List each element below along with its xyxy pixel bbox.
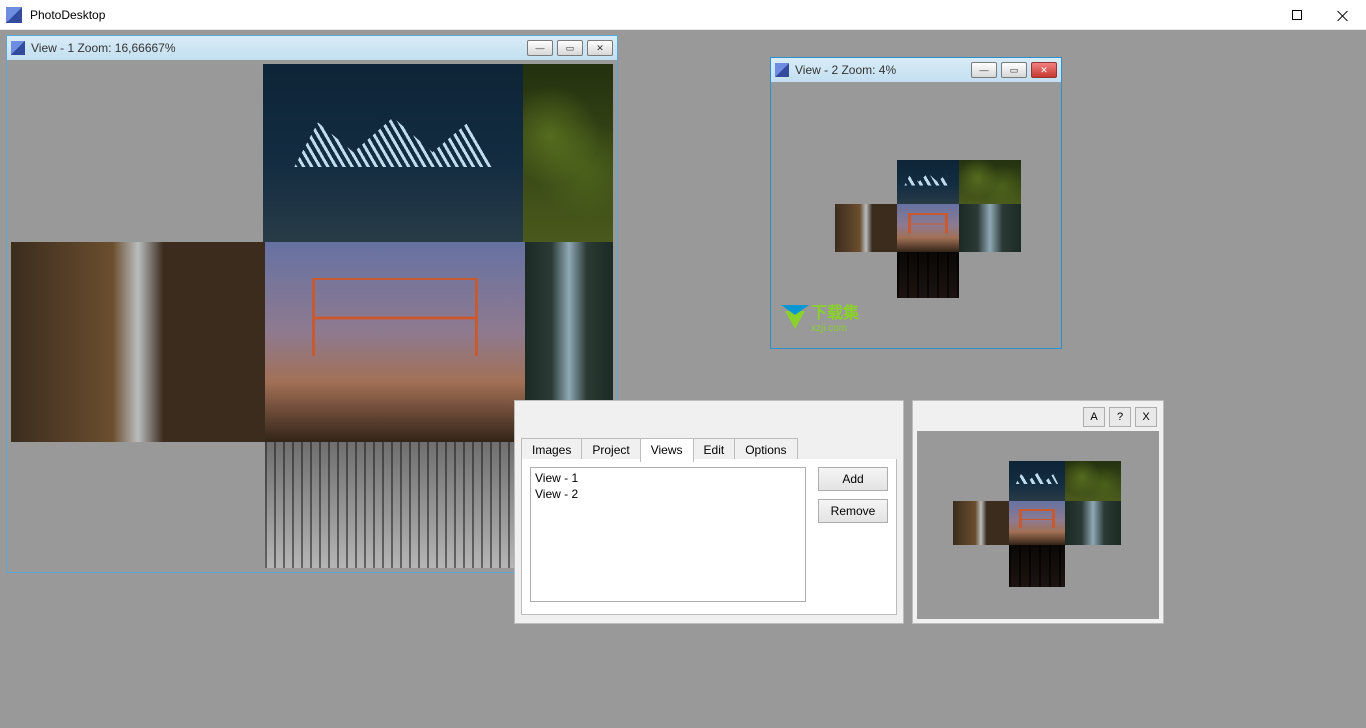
image-tile[interactable] — [897, 204, 959, 252]
image-tile[interactable] — [835, 204, 897, 252]
workspace: View - 1 Zoom: 16,66667% — ▭ ✕ View - 2 … — [0, 30, 1366, 728]
mdi-maximize-button[interactable]: ▭ — [557, 40, 583, 56]
control-panel: Images Project Views Edit Options View -… — [514, 400, 904, 624]
window-icon — [11, 41, 25, 55]
list-item[interactable]: View - 1 — [533, 470, 803, 486]
window-title: View - 2 Zoom: 4% — [795, 63, 896, 77]
image-tile[interactable] — [265, 242, 525, 442]
mdi-titlebar[interactable]: View - 1 Zoom: 16,66667% — ▭ ✕ — [7, 36, 617, 60]
list-item[interactable]: View - 2 — [533, 486, 803, 502]
preview-panel: A ? X — [912, 400, 1164, 624]
watermark-sub: xzji.com — [811, 323, 859, 334]
preview-canvas[interactable] — [917, 431, 1159, 619]
mdi-close-button[interactable]: ✕ — [1031, 62, 1057, 78]
app-icon — [6, 7, 22, 23]
window-icon — [775, 63, 789, 77]
close-button[interactable] — [1320, 0, 1366, 30]
image-tile[interactable] — [959, 204, 1021, 252]
image-tile[interactable] — [263, 64, 523, 242]
mdi-titlebar[interactable]: View - 2 Zoom: 4% — ▭ ✕ — [771, 58, 1061, 82]
mdi-minimize-button[interactable]: — — [971, 62, 997, 78]
mdi-minimize-button[interactable]: — — [527, 40, 553, 56]
window-title: View - 1 Zoom: 16,66667% — [31, 41, 176, 55]
tab-strip: Images Project Views Edit Options — [521, 437, 797, 461]
panel-a-button[interactable]: A — [1083, 407, 1105, 427]
image-tile[interactable] — [897, 160, 959, 204]
views-listbox[interactable]: View - 1 View - 2 — [530, 467, 806, 602]
image-tile — [953, 501, 1009, 545]
mdi-window-view-2[interactable]: View - 2 Zoom: 4% — ▭ ✕ 下载集 xzji.com — [770, 57, 1062, 349]
app-title: PhotoDesktop — [30, 8, 105, 22]
main-titlebar: PhotoDesktop — [0, 0, 1366, 30]
image-tile[interactable] — [265, 442, 525, 568]
watermark: 下载集 xzji.com — [785, 305, 859, 334]
watermark-icon — [785, 311, 805, 329]
tab-body: View - 1 View - 2 Add Remove — [521, 459, 897, 615]
image-tile — [1009, 545, 1065, 587]
mdi-close-button[interactable]: ✕ — [587, 40, 613, 56]
image-tile — [1009, 501, 1065, 545]
minimize-button[interactable] — [1228, 0, 1274, 30]
mdi-canvas[interactable]: 下载集 xzji.com — [775, 86, 1057, 344]
image-tile[interactable] — [11, 242, 265, 442]
watermark-text: 下载集 — [811, 305, 859, 322]
image-tile[interactable] — [897, 252, 959, 298]
maximize-button[interactable] — [1274, 0, 1320, 30]
remove-button[interactable]: Remove — [818, 499, 888, 523]
mdi-maximize-button[interactable]: ▭ — [1001, 62, 1027, 78]
image-tile — [1065, 461, 1121, 501]
image-tile[interactable] — [523, 64, 613, 242]
image-tile — [1065, 501, 1121, 545]
panel-close-button[interactable]: X — [1135, 407, 1157, 427]
panel-help-button[interactable]: ? — [1109, 407, 1131, 427]
add-button[interactable]: Add — [818, 467, 888, 491]
tab-views[interactable]: Views — [640, 438, 694, 462]
image-tile[interactable] — [959, 160, 1021, 204]
image-tile — [1009, 461, 1065, 501]
